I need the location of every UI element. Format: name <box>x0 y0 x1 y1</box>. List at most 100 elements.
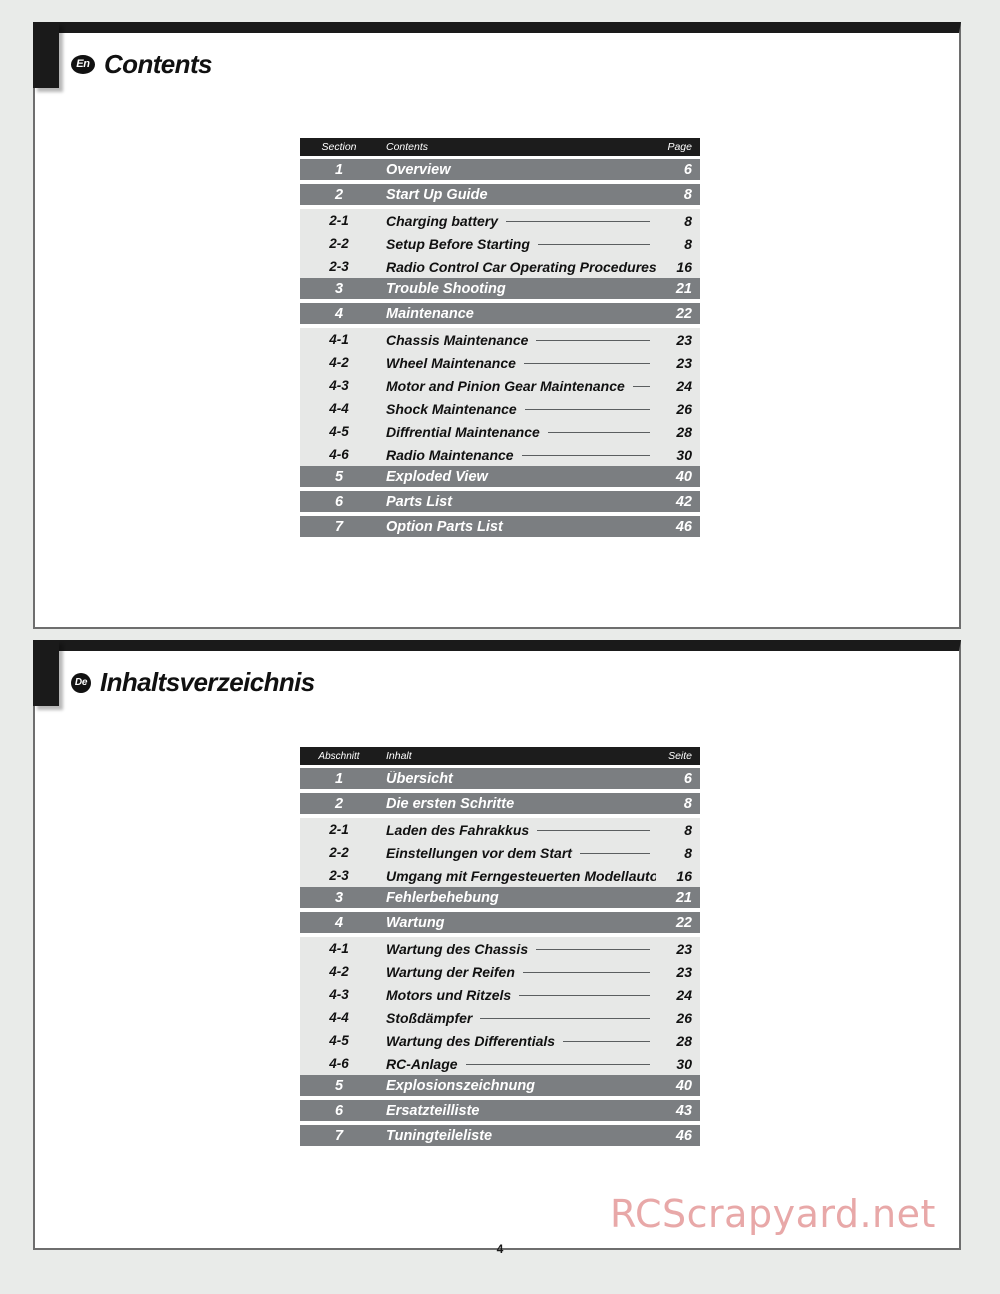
toc-row-label: Stoßdämpfer <box>386 1009 473 1026</box>
page-number: 4 <box>496 1242 504 1256</box>
toc-row-section: 4-2 <box>329 964 349 979</box>
toc-row-label: Radio Maintenance <box>386 446 514 463</box>
toc-row-label-cell: Parts List <box>378 494 656 510</box>
toc-row-label-cell: Tuningteileliste <box>378 1128 656 1144</box>
toc-row[interactable]: 1 Overview 6 <box>300 159 700 180</box>
toc-row-label: Diffrential Maintenance <box>386 423 540 440</box>
toc-leader-line <box>521 455 650 456</box>
section-heading-en: En Contents <box>71 49 212 80</box>
toc-row-label: Tuningteileliste <box>386 1127 493 1144</box>
toc-row-label: Explosionszeichnung <box>386 1077 536 1094</box>
toc-row[interactable]: 5 Exploded View 40 <box>300 466 700 487</box>
contents-section-de: De Inhaltsverzeichnis Abschnitt Inhalt S… <box>33 640 961 1250</box>
toc-row-label: Maintenance <box>386 305 474 322</box>
toc-row[interactable]: 4-1 Wartung des Chassis 23 <box>300 937 700 960</box>
toc-leader-line <box>632 386 650 387</box>
toc-row[interactable]: 2-1 Laden des Fahrakkus 8 <box>300 818 700 841</box>
toc-row-section: 5 <box>334 468 344 485</box>
toc-leader-line <box>537 244 650 245</box>
toc-row[interactable]: 4-5 Diffrential Maintenance 28 <box>300 420 700 443</box>
toc-row[interactable]: 2-2 Einstellungen vor dem Start 8 <box>300 841 700 864</box>
toc-row[interactable]: 5 Explosionszeichnung 40 <box>300 1075 700 1096</box>
toc-row-label-cell: Radio Maintenance <box>378 447 656 463</box>
toc-row[interactable]: 2-3 Umgang mit Ferngesteuerten Modellauto… <box>300 864 700 887</box>
toc-row-label: Motor and Pinion Gear Maintenance <box>386 377 625 394</box>
toc-row-page: 23 <box>676 940 692 957</box>
toc-row[interactable]: 4-5 Wartung des Differentials 28 <box>300 1029 700 1052</box>
toc-row-label: Start Up Guide <box>386 186 488 203</box>
toc-row-section: 4-4 <box>329 401 349 416</box>
toc-row-label: Wheel Maintenance <box>386 354 516 371</box>
toc-header-row-de: Abschnitt Inhalt Seite <box>300 747 700 765</box>
manual-page: En Contents Section Contents Page 1 Overv… <box>0 0 1000 1294</box>
toc-row[interactable]: 3 Trouble Shooting 21 <box>300 278 700 299</box>
toc-row[interactable]: 2 Die ersten Schritte 8 <box>300 793 700 814</box>
toc-row-page: 26 <box>676 400 692 417</box>
toc-row-section: 7 <box>334 518 344 535</box>
toc-row[interactable]: 4 Maintenance 22 <box>300 303 700 324</box>
toc-row[interactable]: 4-4 Shock Maintenance 26 <box>300 397 700 420</box>
toc-leader-line <box>536 949 650 950</box>
toc-row[interactable]: 4-6 RC-Anlage 30 <box>300 1052 700 1075</box>
section-heading-de: De Inhaltsverzeichnis <box>71 667 315 698</box>
toc-row[interactable]: 7 Option Parts List 46 <box>300 516 700 537</box>
toc-row-page: 23 <box>676 331 692 348</box>
toc-row[interactable]: 1 Übersicht 6 <box>300 768 700 789</box>
toc-row[interactable]: 4-3 Motors und Ritzels 24 <box>300 983 700 1006</box>
toc-row-page: 28 <box>676 1032 692 1049</box>
toc-row[interactable]: 4-4 Stoßdämpfer 26 <box>300 1006 700 1029</box>
toc-row[interactable]: 2-2 Setup Before Starting 8 <box>300 232 700 255</box>
toc-row[interactable]: 6 Parts List 42 <box>300 491 700 512</box>
toc-row-page: 6 <box>683 770 692 787</box>
toc-leader-line <box>465 1064 650 1065</box>
toc-row-section: 2-1 <box>329 213 349 228</box>
toc-header-section: Abschnitt <box>318 750 360 762</box>
toc-row-section: 4 <box>334 305 344 322</box>
toc-row[interactable]: 6 Ersatzteilliste 43 <box>300 1100 700 1121</box>
toc-row-label-cell: Shock Maintenance <box>378 401 656 417</box>
toc-row-section: 1 <box>334 770 344 787</box>
toc-row-page: 26 <box>676 1009 692 1026</box>
toc-row-section: 2-2 <box>329 845 349 860</box>
toc-row[interactable]: 2-3 Radio Control Car Operating Procedure… <box>300 255 700 278</box>
toc-row-section: 2 <box>334 795 344 812</box>
toc-row-label-cell: Laden des Fahrakkus <box>378 822 656 838</box>
contents-section-en: En Contents Section Contents Page 1 Overv… <box>33 22 961 629</box>
toc-row-label: Option Parts List <box>386 518 503 535</box>
toc-row[interactable]: 4-6 Radio Maintenance 30 <box>300 443 700 466</box>
toc-row[interactable]: 4-3 Motor and Pinion Gear Maintenance 24 <box>300 374 700 397</box>
toc-row-label: RC-Anlage <box>386 1055 458 1072</box>
toc-row-label-cell: Übersicht <box>378 771 656 787</box>
toc-row-section: 4 <box>334 914 344 931</box>
toc-row[interactable]: 4-1 Chassis Maintenance 23 <box>300 328 700 351</box>
toc-row-label-cell: Wartung der Reifen <box>378 964 656 980</box>
corner-bracket-icon <box>33 640 59 706</box>
toc-row[interactable]: 4-2 Wheel Maintenance 23 <box>300 351 700 374</box>
toc-row-section: 4-6 <box>329 1056 349 1071</box>
toc-row-page: 8 <box>683 186 692 203</box>
toc-row-page: 16 <box>676 258 692 275</box>
toc-leader-line <box>547 432 650 433</box>
toc-row-page: 8 <box>684 844 692 861</box>
toc-row[interactable]: 2 Start Up Guide 8 <box>300 184 700 205</box>
toc-row-label: Wartung der Reifen <box>386 963 515 980</box>
toc-leader-line <box>563 1041 650 1042</box>
toc-row-page: 22 <box>675 305 692 322</box>
toc-row[interactable]: 4 Wartung 22 <box>300 912 700 933</box>
toc-row[interactable]: 4-2 Wartung der Reifen 23 <box>300 960 700 983</box>
toc-header-section: Section <box>321 141 357 153</box>
toc-leader-line <box>524 409 650 410</box>
toc-header-row-en: Section Contents Page <box>300 138 700 156</box>
toc-row[interactable]: 2-1 Charging battery 8 <box>300 209 700 232</box>
toc-row-label: Overview <box>386 161 451 178</box>
toc-row-label-cell: Wartung des Chassis <box>378 941 656 957</box>
toc-row-label: Charging battery <box>386 212 499 229</box>
toc-row[interactable]: 3 Fehlerbehebung 21 <box>300 887 700 908</box>
toc-row-label: Radio Control Car Operating Procedures <box>386 258 656 275</box>
toc-row[interactable]: 7 Tuningteileliste 46 <box>300 1125 700 1146</box>
language-badge-en-icon: En <box>71 55 95 74</box>
toc-row-label-cell: Die ersten Schritte <box>378 796 656 812</box>
toc-row-page: 24 <box>676 986 692 1003</box>
toc-row-label-cell: Motor and Pinion Gear Maintenance <box>378 378 656 394</box>
toc-row-section: 4-1 <box>329 941 349 956</box>
